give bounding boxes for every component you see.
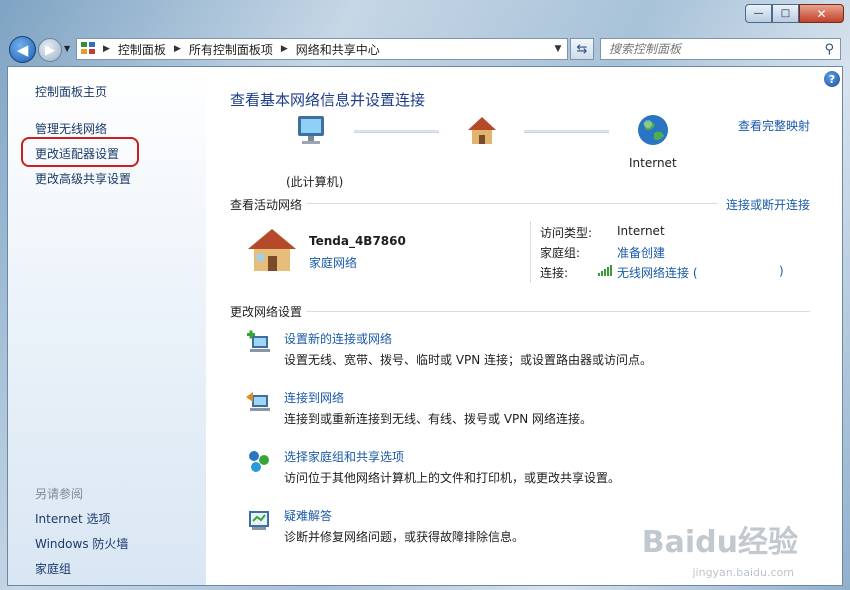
breadcrumb-control-panel[interactable]: 控制面板 <box>118 41 166 58</box>
task-link[interactable]: 选择家庭组和共享选项 <box>284 448 404 465</box>
new-connection-icon <box>247 330 270 352</box>
full-map-link[interactable]: 查看完整映射 <box>738 117 810 134</box>
task-description: 连接到或重新连接到无线、有线、拨号或 VPN 网络连接。 <box>284 412 593 426</box>
breadcrumb-separator-icon[interactable]: ▶ <box>281 44 288 54</box>
connect-disconnect-link[interactable]: 连接或断开连接 <box>726 196 810 213</box>
sidebar-item-homegroup[interactable]: 家庭组 <box>35 560 71 577</box>
maximize-button[interactable]: □ <box>772 4 799 23</box>
network-name: Tenda_4B7860 <box>309 234 406 248</box>
homegroup-value-link[interactable]: 准备创建 <box>617 244 665 261</box>
homegroup-label: 家庭组: <box>540 246 581 260</box>
section-divider <box>306 203 718 204</box>
connect-network-icon <box>246 392 270 411</box>
sidebar-item-advanced-sharing[interactable]: 更改高级共享设置 <box>35 170 131 187</box>
history-dropdown-icon[interactable]: ▼ <box>64 44 70 53</box>
main-panel: ? 查看基本网络信息并设置连接 查看完整映射 (此计算机) Internet 查… <box>206 67 842 585</box>
vertical-divider <box>530 221 531 283</box>
breadcrumb-network-center[interactable]: 网络和共享中心 <box>296 41 380 58</box>
close-button[interactable]: ✕ <box>799 4 844 23</box>
homegroup-sharing-icon <box>249 451 269 472</box>
minimize-button[interactable]: — <box>745 4 772 23</box>
window-chrome: — □ ✕ ◀ ▶ ▼ ▶ 控制面板 ▶ 所有控制面板项 ▶ 网络和共享中心 ▼… <box>0 0 850 68</box>
back-button[interactable]: ◀ <box>9 36 36 63</box>
connections-label: 连接: <box>540 266 569 280</box>
change-settings-header: 更改网络设置 <box>230 305 303 319</box>
refresh-icon: ⇆ <box>576 41 588 57</box>
link-line <box>524 130 609 133</box>
task-description: 访问位于其他网络计算机上的文件和打印机，或更改共享设置。 <box>284 471 621 485</box>
task-description: 诊断并修复网络问题，或获得故障排除信息。 <box>284 530 525 544</box>
breadcrumb: ▶ 控制面板 ▶ 所有控制面板项 ▶ 网络和共享中心 <box>103 41 380 58</box>
address-bar[interactable]: ▶ 控制面板 ▶ 所有控制面板项 ▶ 网络和共享中心 ▼ <box>76 38 568 60</box>
task-link[interactable]: 疑难解答 <box>284 507 332 524</box>
refresh-button[interactable]: ⇆ <box>570 38 594 60</box>
back-arrow-icon: ◀ <box>16 40 29 59</box>
task-link[interactable]: 设置新的连接或网络 <box>284 330 392 347</box>
baidu-watermark-url: jingyan.baidu.com <box>692 566 794 579</box>
breadcrumb-separator-icon[interactable]: ▶ <box>174 44 181 54</box>
page-title: 查看基本网络信息并设置连接 <box>230 91 426 109</box>
highlight-ring <box>21 137 139 167</box>
sidebar-item-manage-wireless[interactable]: 管理无线网络 <box>35 120 107 137</box>
baidu-watermark: Baidu经验 <box>641 525 798 560</box>
wireless-connection-close[interactable]: ) <box>779 264 784 278</box>
sidebar-item-internet-options[interactable]: Internet 选项 <box>35 510 110 527</box>
address-dropdown-icon[interactable]: ▼ <box>549 44 567 54</box>
active-networks-header: 查看活动网络 <box>230 198 303 212</box>
sidebar: 控制面板主页 管理无线网络 更改适配器设置 更改高级共享设置 另请参阅 Inte… <box>8 67 206 585</box>
help-icon[interactable]: ? <box>824 71 840 87</box>
content-area: 控制面板主页 管理无线网络 更改适配器设置 更改高级共享设置 另请参阅 Inte… <box>7 66 843 586</box>
section-divider <box>306 311 810 312</box>
internet-globe-icon[interactable] <box>636 113 670 147</box>
access-type-value: Internet <box>617 224 665 238</box>
forward-arrow-icon: ▶ <box>45 42 55 58</box>
task-link[interactable]: 连接到网络 <box>284 389 344 406</box>
see-also-title: 另请参阅 <box>35 487 84 501</box>
sidebar-item-firewall[interactable]: Windows 防火墙 <box>35 535 128 552</box>
access-type-label: 访问类型: <box>540 226 593 240</box>
this-computer-label: (此计算机) <box>286 175 344 189</box>
search-icon[interactable]: ⚲ <box>824 42 834 57</box>
wireless-signal-icon <box>598 265 612 276</box>
search-box[interactable]: ⚲ <box>600 38 841 60</box>
task-description: 设置无线、宽带、拨号、临时或 VPN 连接；或设置路由器或访问点。 <box>284 353 653 367</box>
network-type-link[interactable]: 家庭网络 <box>309 254 357 271</box>
search-input[interactable] <box>609 42 809 56</box>
sidebar-item-home[interactable]: 控制面板主页 <box>35 83 107 100</box>
home-network-icon[interactable] <box>246 227 298 273</box>
control-panel-icon <box>81 42 97 56</box>
wireless-connection-link[interactable]: 无线网络连接 ( <box>617 264 698 281</box>
breadcrumb-all-items[interactable]: 所有控制面板项 <box>189 41 273 58</box>
computer-icon[interactable] <box>294 114 330 148</box>
troubleshoot-icon <box>249 511 269 530</box>
link-line <box>354 130 439 133</box>
forward-button[interactable]: ▶ <box>38 38 62 62</box>
window-buttons: — □ ✕ <box>745 4 844 23</box>
internet-label: Internet <box>629 156 677 170</box>
breadcrumb-separator-icon[interactable]: ▶ <box>103 44 110 54</box>
router-house-icon[interactable] <box>464 114 500 148</box>
